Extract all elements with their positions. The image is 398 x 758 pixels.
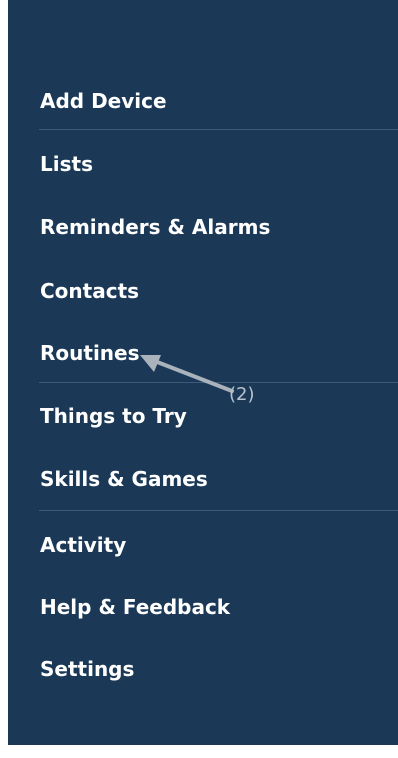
- menu-item-skills-games[interactable]: Skills & Games: [40, 467, 208, 491]
- menu-item-routines[interactable]: Routines: [40, 341, 140, 365]
- menu-divider: [39, 129, 398, 130]
- annotation-label: (2): [229, 384, 255, 405]
- menu-divider: [39, 382, 398, 383]
- navigation-menu-panel: Add Device Lists Reminders & Alarms Cont…: [8, 0, 398, 745]
- menu-item-lists[interactable]: Lists: [40, 152, 93, 176]
- menu-item-contacts[interactable]: Contacts: [40, 279, 139, 303]
- menu-divider: [39, 510, 398, 511]
- menu-item-things-to-try[interactable]: Things to Try: [40, 404, 187, 428]
- menu-item-activity[interactable]: Activity: [40, 533, 126, 557]
- menu-item-reminders-alarms[interactable]: Reminders & Alarms: [40, 215, 270, 239]
- menu-item-add-device[interactable]: Add Device: [40, 89, 167, 113]
- menu-item-help-feedback[interactable]: Help & Feedback: [40, 595, 230, 619]
- menu-item-settings[interactable]: Settings: [40, 657, 134, 681]
